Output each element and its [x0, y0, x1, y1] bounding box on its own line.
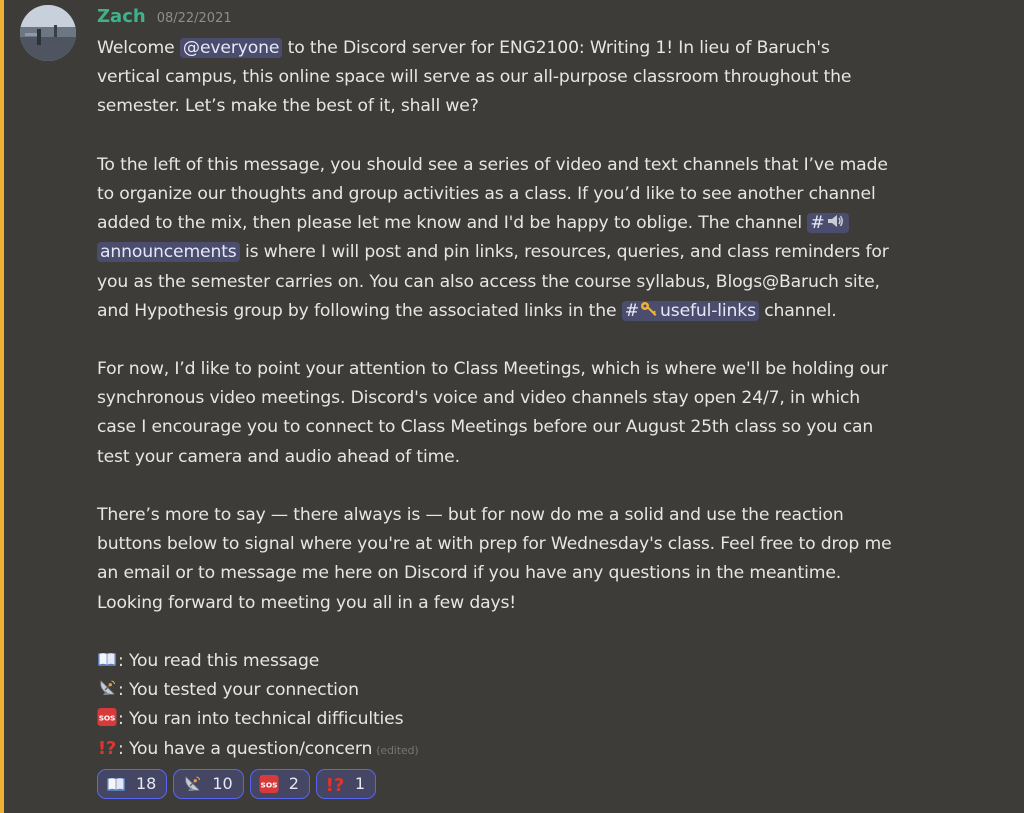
key-icon	[641, 301, 657, 316]
legend-item: : You ran into technical difficulties	[97, 705, 1002, 734]
legend-item: : You tested your connection	[97, 676, 1002, 705]
text-line: To the left of this message, you should …	[97, 154, 888, 175]
text-line: For now, I’d like to point your attentio…	[97, 359, 888, 380]
interrobang-icon	[97, 737, 117, 757]
text-segment: to the Discord server for ENG2100: Writi…	[287, 38, 830, 58]
text-segment: added to the mix, then please let me kno…	[97, 213, 803, 234]
reaction-count: 10	[212, 774, 233, 794]
channel-name: useful-links	[660, 300, 756, 321]
text-segment: is where I will post and pin links, reso…	[244, 242, 889, 263]
reaction-satellite-dish[interactable]: 10	[173, 768, 244, 799]
edited-label: (edited)	[376, 743, 419, 757]
avatar-image	[20, 5, 76, 61]
legend-item: : You read this message	[97, 647, 1002, 676]
username[interactable]: Zach	[97, 6, 146, 27]
hash-symbol: #	[624, 300, 640, 321]
text-line: you as the semester carries on. You can …	[97, 271, 880, 292]
reaction-count: 1	[354, 774, 366, 794]
open-book-icon	[106, 774, 126, 794]
message-body: Welcome @everyone to the Discord server …	[97, 34, 1002, 764]
text-line: Welcome @everyone to the Discord server …	[97, 34, 1002, 63]
legend-text: : You tested your connection	[118, 680, 359, 701]
sos-icon	[259, 774, 279, 794]
text-line: There’s more to say — there always is — …	[97, 505, 844, 525]
text-line: Looking forward to meeting you all in a …	[97, 592, 517, 613]
text-line: test your camera and audio ahead of time…	[97, 446, 460, 467]
legend-text: : You ran into technical difficulties	[118, 709, 404, 730]
text-line: to organize our thoughts and group activ…	[97, 183, 876, 204]
legend-text: : You have a question/concern	[118, 738, 373, 759]
message-header: Zach 08/22/2021	[97, 6, 1002, 34]
channel-mention-useful-links[interactable]: # useful-links	[621, 300, 759, 321]
hash-symbol: #	[810, 213, 825, 234]
text-line: synchronous video meetings. Discord's vo…	[97, 388, 861, 409]
open-book-icon	[97, 649, 117, 669]
text-line: vertical campus, this online space will …	[97, 67, 852, 88]
text-line: an email or to message me here on Discor…	[97, 563, 842, 584]
text-line: added to the mix, then please let me kno…	[97, 209, 1002, 238]
message-content: Zach 08/22/2021 Welcome @everyone to the…	[97, 6, 1002, 799]
text-line: semester. Let’s make the best of it, sha…	[97, 96, 479, 117]
text-line: announcements is where I will post and p…	[97, 238, 1002, 267]
reaction-count: 2	[288, 774, 299, 794]
channel-mention-announcements[interactable]: announcements	[97, 242, 240, 263]
text-line: and Hypothesis group by following the as…	[97, 297, 1002, 326]
mention-highlight-bar	[0, 0, 4, 813]
legend-item: : You have a question/concern (edited)	[97, 735, 1002, 764]
satellite-dish-icon	[182, 774, 202, 794]
reaction-interrobang[interactable]: 1	[315, 768, 377, 799]
speaker-icon	[827, 215, 843, 228]
channel-mention-announcements-hash[interactable]: #	[807, 213, 849, 234]
text-segment: and Hypothesis group by following the as…	[97, 300, 617, 321]
everyone-mention[interactable]: @everyone	[179, 38, 283, 58]
reaction-sos[interactable]: 2	[249, 768, 310, 799]
text-line: buttons below to signal where you're at …	[97, 534, 892, 555]
text-line: case I encourage you to connect to Class…	[97, 417, 874, 438]
discord-message: Zach 08/22/2021 Welcome @everyone to the…	[0, 0, 1024, 813]
reaction-open-book[interactable]: 18	[97, 768, 168, 799]
text-segment: Welcome	[97, 38, 175, 58]
legend-text: : You read this message	[118, 650, 320, 671]
timestamp: 08/22/2021	[156, 11, 232, 26]
reactions-bar: 18 10 2 1	[97, 768, 1002, 799]
text-segment: channel.	[764, 300, 837, 321]
sos-icon	[97, 707, 117, 727]
reaction-count: 18	[136, 774, 157, 794]
interrobang-icon	[325, 774, 345, 794]
avatar[interactable]	[20, 5, 76, 61]
satellite-dish-icon	[97, 678, 117, 698]
